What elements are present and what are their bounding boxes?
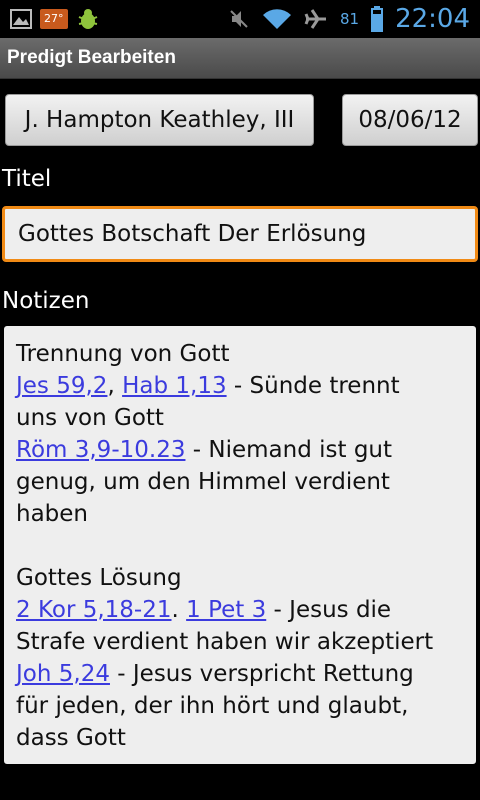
battery-icon (371, 6, 384, 32)
image-icon (10, 9, 32, 29)
notes-line: Jes 59,2, Hab 1,13 - Sünde trennt (16, 370, 464, 402)
title-input-value: Gottes Botschaft Der Erlösung (18, 221, 367, 247)
notes-text: haben (16, 501, 88, 527)
scripture-link[interactable]: Joh 5,24 (16, 661, 110, 687)
notes-text: genug, um den Himmel verdient (16, 469, 390, 495)
notes-textarea[interactable]: Trennung von Gott Jes 59,2, Hab 1,13 - S… (4, 326, 476, 764)
airplane-icon (304, 8, 328, 30)
separator: . (171, 597, 187, 623)
scripture-link[interactable]: 1 Pet 3 (186, 597, 266, 623)
notes-heading: Trennung von Gott (16, 341, 230, 367)
page-title: Predigt Bearbeiten (7, 47, 176, 68)
scripture-link[interactable]: 2 Kor 5,18-21 (16, 597, 172, 623)
notes-text: - Jesus verspricht Rettung (109, 661, 414, 687)
scripture-link[interactable]: Röm 3,9-10.23 (16, 437, 185, 463)
notes-text: - Sünde trennt (226, 373, 400, 399)
author-button[interactable]: J. Hampton Keathley, III (5, 94, 314, 146)
notes-text: dass Gott (16, 725, 126, 751)
title-bar: Predigt Bearbeiten (0, 38, 480, 79)
mute-icon (228, 8, 250, 30)
title-input[interactable]: Gottes Botschaft Der Erlösung (2, 206, 478, 262)
notes-label: Notizen (2, 288, 90, 314)
notes-line: Joh 5,24 - Jesus verspricht Rettung (16, 658, 464, 690)
wifi-icon (262, 8, 292, 30)
title-label: Titel (2, 166, 52, 192)
notes-heading: Gottes Lösung (16, 565, 182, 591)
status-bar: 27° 81 22:04 (0, 0, 480, 38)
date-button[interactable]: 08/06/12 (342, 94, 478, 146)
notes-line: Röm 3,9-10.23 - Niemand ist gut (16, 434, 464, 466)
scripture-link[interactable]: Hab 1,13 (122, 373, 227, 399)
bug-icon (76, 8, 100, 30)
clock: 22:04 (395, 4, 470, 34)
notes-line: 2 Kor 5,18-21. 1 Pet 3 - Jesus die (16, 594, 464, 626)
notes-text: - Jesus die (266, 597, 392, 623)
notes-text: Strafe verdient haben wir akzeptiert (16, 629, 434, 655)
battery-level: 81 (339, 10, 360, 28)
separator: , (107, 373, 123, 399)
notes-text: uns von Gott (16, 405, 164, 431)
scripture-link[interactable]: Jes 59,2 (16, 373, 107, 399)
notes-text: für jeden, der ihn hört und glaubt, (16, 693, 409, 719)
temperature-icon: 27° (40, 9, 68, 29)
notes-text: - Niemand ist gut (185, 437, 393, 463)
